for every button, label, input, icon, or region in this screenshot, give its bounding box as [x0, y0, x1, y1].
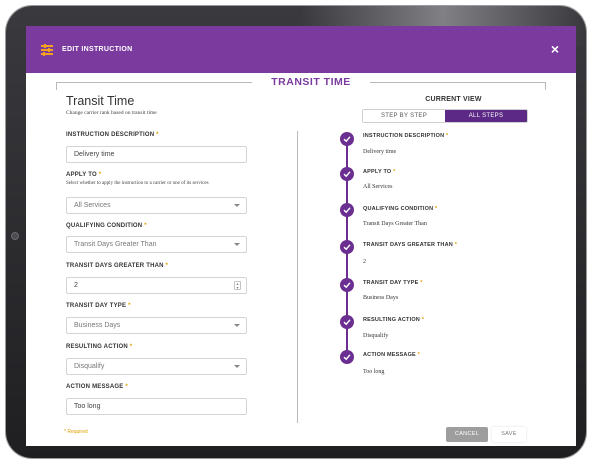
- transit-days-value: 2: [74, 282, 78, 289]
- modal-screen: EDIT INSTRUCTION × TRANSIT TIME Transit …: [26, 26, 576, 446]
- step-label: TRANSIT DAY TYPE *: [363, 280, 423, 286]
- apply-to-help: Select whether to apply the instruction …: [66, 181, 209, 186]
- view-toggle: STEP BY STEP ALL STEPS: [362, 109, 528, 123]
- qualifying-label: QUALIFYING CONDITION *: [66, 223, 147, 229]
- modal-title: EDIT INSTRUCTION: [62, 46, 133, 53]
- step-value: 2: [363, 259, 366, 265]
- step-value: Delivery time: [363, 149, 397, 155]
- number-stepper-icon[interactable]: ▴ ▾: [234, 281, 241, 290]
- save-button[interactable]: SAVE: [492, 427, 526, 442]
- step-label: RESULTING ACTION *: [363, 317, 425, 323]
- home-button: [11, 232, 19, 240]
- form-title: Transit Time: [66, 94, 135, 108]
- step-value: Disqualify: [363, 333, 389, 339]
- resulting-action-select[interactable]: Disqualify: [66, 358, 247, 375]
- section-rule-left: [56, 82, 252, 83]
- chevron-down-icon: [234, 204, 240, 207]
- step-value: Transit Days Greater Than: [363, 221, 427, 227]
- close-icon[interactable]: ×: [548, 42, 562, 56]
- qualifying-value: Transit Days Greater Than: [74, 241, 157, 248]
- section-rule-tick-left: [56, 82, 57, 90]
- tab-step-by-step[interactable]: STEP BY STEP: [363, 110, 445, 122]
- apply-to-label: APPLY TO *: [66, 172, 102, 178]
- apply-to-value: All Services: [74, 202, 111, 209]
- chevron-down-icon: [234, 243, 240, 246]
- check-icon: [340, 350, 354, 364]
- day-type-select[interactable]: Business Days: [66, 317, 247, 334]
- check-icon: [340, 315, 354, 329]
- section-rule-right: [370, 82, 546, 83]
- section-title: TRANSIT TIME: [271, 76, 351, 88]
- check-icon: [340, 167, 354, 181]
- description-label: INSTRUCTION DESCRIPTION *: [66, 132, 159, 138]
- step-value: All Services: [363, 184, 393, 190]
- description-input[interactable]: Delivery time: [66, 146, 247, 163]
- check-icon: [340, 203, 354, 217]
- check-icon: [340, 278, 354, 292]
- current-view-title: CURRENT VIEW: [425, 96, 482, 103]
- chevron-down-icon: [234, 324, 240, 327]
- form-subtitle: Change carrier rank based on transit tim…: [66, 110, 157, 116]
- action-message-input[interactable]: Too long: [66, 398, 247, 415]
- resulting-action-label: RESULTING ACTION *: [66, 344, 133, 350]
- tab-all-steps[interactable]: ALL STEPS: [445, 110, 527, 122]
- chevron-down-icon: [234, 365, 240, 368]
- day-type-label: TRANSIT DAY TYPE *: [66, 303, 131, 309]
- section-heading: TRANSIT TIME: [56, 76, 546, 90]
- section-rule-tick-right: [545, 82, 546, 90]
- column-divider: [297, 131, 298, 423]
- action-message-label: ACTION MESSAGE *: [66, 384, 128, 390]
- instruction-icon: [41, 43, 53, 56]
- qualifying-select[interactable]: Transit Days Greater Than: [66, 236, 247, 253]
- cancel-button[interactable]: CANCEL: [446, 427, 488, 442]
- step-label: INSTRUCTION DESCRIPTION *: [363, 133, 449, 139]
- step-label: ACTION MESSAGE *: [363, 352, 420, 358]
- transit-days-input[interactable]: 2 ▴ ▾: [66, 277, 247, 294]
- required-note: * Required: [64, 429, 88, 435]
- step-value: Too long: [363, 369, 385, 375]
- step-label: APPLY TO *: [363, 169, 396, 175]
- step-label: TRANSIT DAYS GREATER THAN *: [363, 242, 458, 248]
- day-type-value: Business Days: [74, 322, 121, 329]
- modal-header: EDIT INSTRUCTION ×: [26, 26, 576, 73]
- step-value: Business Days: [363, 295, 399, 301]
- transit-days-label: TRANSIT DAYS GREATER THAN *: [66, 263, 169, 269]
- step-label: QUALIFYING CONDITION *: [363, 206, 438, 212]
- check-icon: [340, 240, 354, 254]
- apply-to-select[interactable]: All Services: [66, 197, 247, 214]
- check-icon: [340, 132, 354, 146]
- resulting-action-value: Disqualify: [74, 363, 105, 370]
